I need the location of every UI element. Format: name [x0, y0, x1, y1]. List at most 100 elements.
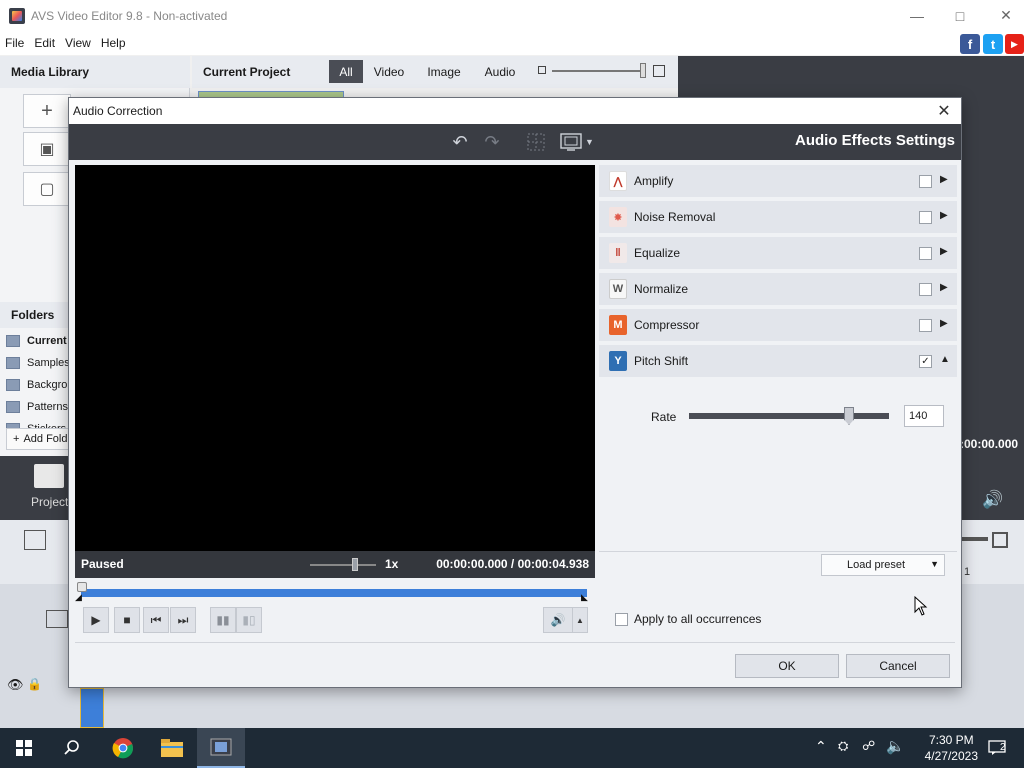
start-button[interactable] — [0, 728, 48, 768]
mouse-cursor — [914, 595, 928, 619]
video-track-icon — [46, 610, 68, 628]
folder-icon — [6, 335, 20, 347]
lock-icon[interactable]: 🔒 — [27, 677, 42, 691]
chrome-icon[interactable] — [99, 728, 147, 768]
speed-slider[interactable] — [310, 564, 376, 566]
collapse-arrow-icon[interactable]: ▲ — [940, 354, 950, 365]
add-media-button[interactable]: + — [23, 94, 71, 128]
end-marker-icon[interactable]: ◣ — [581, 592, 588, 603]
search-icon[interactable] — [48, 728, 96, 768]
equalize-icon: ‖ — [609, 243, 627, 263]
avs-taskbar-icon[interactable] — [197, 728, 245, 768]
filter-audio[interactable]: Audio — [480, 60, 520, 83]
aspect-ratio-dropdown[interactable]: ▼ — [557, 130, 597, 154]
effect-row-amplify[interactable]: ⋀ Amplify ▶ — [599, 165, 957, 197]
maximize-button[interactable]: □ — [937, 0, 983, 31]
network-icon[interactable]: ☍ — [862, 738, 875, 754]
effect-row-pitch-shift[interactable]: Y Pitch Shift ✓ ▲ — [599, 345, 957, 377]
expand-arrow-icon[interactable]: ▶ — [940, 246, 948, 257]
zoom-large-icon[interactable] — [653, 65, 665, 77]
volume-chevron-icon[interactable]: ▲ — [572, 607, 588, 633]
grid-icon[interactable] — [523, 130, 549, 154]
twitter-icon[interactable]: t — [983, 34, 1003, 54]
projects-icon[interactable] — [34, 464, 64, 488]
normalize-icon: W — [609, 279, 627, 299]
chevron-up-icon[interactable]: ⌃ — [815, 738, 827, 755]
seek-knob[interactable] — [77, 582, 87, 592]
menu-edit[interactable]: Edit — [29, 36, 60, 50]
effect-label: Noise Removal — [634, 210, 716, 224]
file-explorer-icon[interactable] — [148, 728, 196, 768]
effect-row-normalize[interactable]: W Normalize ▶ — [599, 273, 957, 305]
facebook-icon[interactable]: f — [960, 34, 980, 54]
eye-icon[interactable]: 👁 — [7, 677, 24, 693]
screen-capture-button[interactable]: ▢ — [23, 172, 71, 206]
dialog-close-button[interactable]: ✕ — [933, 100, 955, 122]
apply-all-box[interactable] — [615, 612, 628, 626]
effect-checkbox[interactable] — [919, 211, 932, 224]
speaker-icon[interactable]: 🔈 — [886, 737, 905, 755]
speed-slider-knob[interactable] — [352, 558, 358, 571]
zoom-slider[interactable] — [552, 70, 644, 72]
seek-bar[interactable]: ◢ ◣ — [75, 582, 591, 602]
rate-input[interactable]: 140 — [904, 405, 944, 427]
apply-all-checkbox[interactable]: Apply to all occurrences — [615, 612, 761, 626]
security-icon[interactable]: ⛭ — [838, 738, 848, 754]
effect-checkbox[interactable] — [919, 283, 932, 296]
effect-label: Normalize — [634, 282, 689, 296]
effect-checkbox-checked[interactable]: ✓ — [919, 355, 932, 368]
speed-value: 1x — [385, 557, 399, 571]
volume-button[interactable]: 🔊 — [543, 607, 573, 633]
effect-checkbox[interactable] — [919, 319, 932, 332]
close-window-button[interactable]: ✕ — [983, 0, 1024, 31]
filter-image[interactable]: Image — [422, 60, 466, 83]
add-folder-button[interactable]: + Add Fold — [6, 428, 75, 450]
mark-out-button[interactable]: ▮▯ — [236, 607, 262, 633]
video-preview[interactable] — [75, 165, 595, 551]
stop-button[interactable]: ■ — [114, 607, 140, 633]
folder-item[interactable]: Current — [6, 330, 67, 352]
timeline-clip[interactable] — [80, 688, 104, 728]
youtube-icon[interactable]: ▶ — [1005, 34, 1024, 54]
next-frame-button[interactable]: ⏭ — [170, 607, 196, 633]
redo-icon[interactable]: ↷ — [479, 130, 505, 154]
folder-item[interactable]: Patterns — [6, 396, 68, 418]
start-marker-icon[interactable]: ◢ — [75, 592, 82, 603]
expand-arrow-icon[interactable]: ▶ — [940, 174, 948, 185]
expand-arrow-icon[interactable]: ▶ — [940, 282, 948, 293]
expand-arrow-icon[interactable]: ▶ — [940, 210, 948, 221]
capture-video-button[interactable]: ▣ — [23, 132, 71, 166]
cancel-button[interactable]: Cancel — [846, 654, 950, 678]
undo-icon[interactable]: ↶ — [447, 130, 473, 154]
folder-item[interactable]: Samples — [6, 352, 70, 374]
previous-frame-button[interactable]: ⏮ — [143, 607, 169, 633]
folder-icon — [6, 357, 20, 369]
menu-view[interactable]: View — [60, 36, 96, 50]
load-preset-dropdown[interactable]: Load preset ▼ — [821, 554, 945, 576]
timeline-zoom-slider[interactable] — [962, 537, 988, 541]
volume-icon[interactable]: 🔊 — [982, 490, 1003, 510]
minimize-button[interactable]: — — [894, 0, 940, 31]
menu-file[interactable]: File — [0, 36, 29, 50]
filter-all[interactable]: All — [329, 60, 363, 83]
effect-row-equalize[interactable]: ‖ Equalize ▶ — [599, 237, 957, 269]
clock[interactable]: 7:30 PM 4/27/2023 — [925, 732, 978, 764]
ok-button[interactable]: OK — [735, 654, 839, 678]
expand-arrow-icon[interactable]: ▶ — [940, 318, 948, 329]
notifications-icon[interactable]: 2 — [980, 728, 1014, 768]
zoom-small-icon[interactable] — [538, 66, 546, 74]
effect-row-noise-removal[interactable]: ✸ Noise Removal ▶ — [599, 201, 957, 233]
menu-help[interactable]: Help — [96, 36, 131, 50]
zoom-slider-knob[interactable] — [640, 63, 646, 78]
rate-slider-knob[interactable] — [844, 407, 854, 425]
effect-checkbox[interactable] — [919, 247, 932, 260]
fit-timeline-icon[interactable] — [992, 532, 1008, 548]
mark-in-button[interactable]: ▮▮ — [210, 607, 236, 633]
effect-checkbox[interactable] — [919, 175, 932, 188]
rate-slider[interactable] — [689, 413, 889, 419]
folder-item[interactable]: Backgrou — [6, 374, 73, 396]
storyboard-icon[interactable] — [24, 530, 46, 550]
filter-video[interactable]: Video — [368, 60, 410, 83]
effect-row-compressor[interactable]: M Compressor ▶ — [599, 309, 957, 341]
play-button[interactable]: ▶ — [83, 607, 109, 633]
